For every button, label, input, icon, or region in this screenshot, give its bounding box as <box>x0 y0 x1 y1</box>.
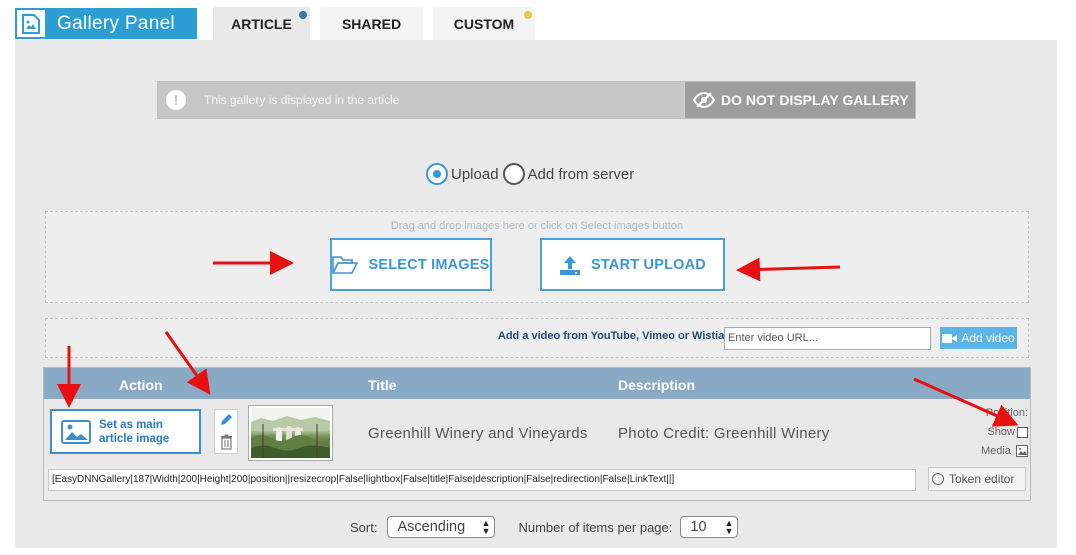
show-label: Show <box>987 426 1015 438</box>
do-not-display-button[interactable]: DO NOT DISPLAY GALLERY <box>684 82 915 118</box>
image-icon <box>15 8 47 39</box>
tab-article[interactable]: ARTICLE <box>213 7 310 40</box>
image-icon <box>61 419 91 444</box>
token-editor-label: Token editor <box>949 472 1015 486</box>
video-label: Add a video from YouTube, Vimeo or Wisti… <box>497 330 728 342</box>
tab-custom-label: CUSTOM <box>453 15 515 32</box>
show-checkbox[interactable] <box>1017 426 1028 438</box>
per-page-value: 10 <box>690 519 707 535</box>
image-thumbnail[interactable] <box>248 405 333 461</box>
video-url-input[interactable]: Enter video URL... <box>724 327 931 350</box>
upload-drop-zone[interactable]: Drag and drop images here or click on Se… <box>45 211 1029 303</box>
set-main-label: Set as main article image <box>99 418 170 445</box>
sort-value: Ascending <box>397 519 466 535</box>
column-title: Title <box>368 377 397 393</box>
table-header: Action Title Description <box>44 368 1030 399</box>
notice-text: This gallery is displayed in the article <box>204 93 400 107</box>
radio-circle-icon <box>932 473 944 485</box>
radio-upload[interactable]: Upload <box>426 163 499 185</box>
gallery-notice: ! This gallery is displayed in the artic… <box>157 81 916 119</box>
add-video-button[interactable]: Add video <box>940 327 1017 349</box>
sort-select[interactable]: Ascending ▲ ▼ <box>387 516 496 538</box>
tab-shared[interactable]: SHARED <box>320 7 423 40</box>
video-camera-icon <box>942 333 958 343</box>
video-zone: Add a video from YouTube, Vimeo or Wisti… <box>45 318 1029 358</box>
thumbnail-photo <box>251 408 330 458</box>
folder-open-icon <box>332 255 359 274</box>
eye-slash-icon <box>693 92 715 108</box>
tab-bar: ARTICLE SHARED CUSTOM <box>213 7 545 40</box>
radio-circle <box>502 163 525 185</box>
updown-icon: ▲ ▼ <box>724 518 734 536</box>
status-dot <box>524 11 532 19</box>
tab-article-label: ARTICLE <box>231 15 292 32</box>
radio-add-from-server-label: Add from server <box>527 165 635 183</box>
notice-message: ! This gallery is displayed in the artic… <box>158 82 684 118</box>
image-description[interactable]: Photo Credit: Greenhill Winery <box>618 425 830 442</box>
per-page-label: Number of items per page: <box>518 519 673 535</box>
exclamation-icon: ! <box>166 90 186 110</box>
sort-label: Sort: <box>350 519 378 535</box>
media-label: Media <box>980 445 1011 457</box>
token-input[interactable]: [EasyDNNGallery|187|Width|200|Height|200… <box>48 469 916 491</box>
tab-shared-label: SHARED <box>341 15 402 32</box>
row-actions <box>214 409 238 454</box>
do-not-display-label: DO NOT DISPLAY GALLERY <box>721 92 909 108</box>
per-page-select[interactable]: 10 ▲ ▼ <box>680 516 739 538</box>
token-row: [EasyDNNGallery|187|Width|200|Height|200… <box>44 465 1030 499</box>
start-upload-label: START UPLOAD <box>591 256 706 273</box>
column-action: Action <box>119 377 163 393</box>
pencil-icon[interactable] <box>219 413 233 427</box>
position-label: Position: <box>985 407 1028 419</box>
tab-custom[interactable]: CUSTOM <box>433 7 535 40</box>
select-images-button[interactable]: SELECT IMAGES <box>330 238 492 291</box>
pagination-controls: Sort: Ascending ▲ ▼ Number of items per p… <box>350 516 739 538</box>
upload-icon <box>560 255 581 275</box>
media-image-icon[interactable] <box>1016 445 1028 458</box>
set-main-image-button[interactable]: Set as main article image <box>50 409 201 454</box>
position-controls: Position: Show Media <box>981 404 1028 461</box>
panel-title: Gallery Panel <box>57 12 175 34</box>
select-images-label: SELECT IMAGES <box>368 256 490 273</box>
radio-circle <box>426 163 448 185</box>
trash-icon[interactable] <box>220 434 233 450</box>
source-radio-group: Upload Add from server <box>426 163 638 185</box>
status-dot <box>299 11 307 19</box>
updown-icon: ▲ ▼ <box>481 518 491 536</box>
image-title[interactable]: Greenhill Winery and Vineyards <box>368 425 588 442</box>
gallery-panel-header: Gallery Panel <box>15 8 197 39</box>
drop-hint: Drag and drop images here or click on Se… <box>390 220 684 232</box>
gallery-table: Action Title Description Set as main art… <box>43 367 1031 501</box>
add-video-label: Add video <box>961 331 1015 345</box>
column-description: Description <box>618 377 696 393</box>
radio-add-from-server[interactable]: Add from server <box>502 163 635 185</box>
radio-upload-label: Upload <box>451 165 499 183</box>
table-row: Set as main article image Greenhill Wine… <box>44 399 1030 465</box>
token-editor-button[interactable]: Token editor <box>928 467 1026 491</box>
start-upload-button[interactable]: START UPLOAD <box>540 238 725 291</box>
gallery-content: ! This gallery is displayed in the artic… <box>15 40 1057 548</box>
